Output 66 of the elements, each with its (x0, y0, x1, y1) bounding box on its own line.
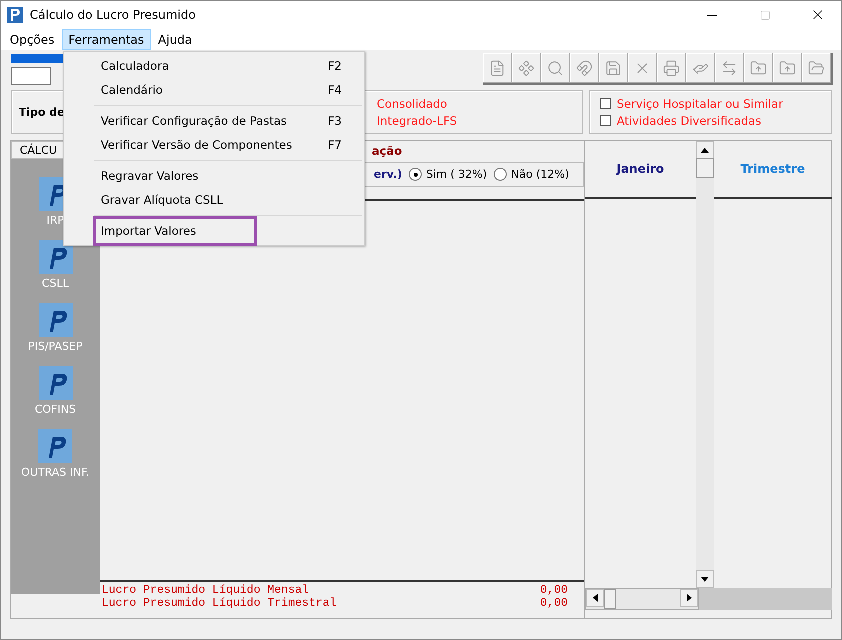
save-button[interactable] (599, 53, 628, 83)
scroll-down-button[interactable] (696, 570, 714, 588)
document-button[interactable] (483, 53, 512, 83)
magnet-icon (576, 60, 593, 76)
total-value: 0,00 (540, 584, 568, 597)
checkbox-label: Atividades Diversificadas (617, 114, 762, 128)
close-button[interactable] (628, 53, 657, 83)
maximize-icon (760, 10, 770, 20)
radio-label: Sim ( 32%) (426, 168, 488, 181)
section-title: ação (372, 144, 402, 158)
title-bar-strip (11, 54, 63, 62)
column-header: Trimestre (714, 141, 832, 199)
app-logo-icon (7, 7, 23, 23)
radio-button[interactable] (494, 168, 508, 181)
radio-label: Não (12%) (511, 168, 570, 181)
folder-button[interactable] (744, 53, 773, 83)
right-arrow-icon (686, 594, 692, 602)
folder-button[interactable] (773, 53, 802, 83)
printer-icon (663, 60, 680, 76)
document-icon (489, 60, 506, 76)
vertical-scrollbar[interactable] (696, 141, 714, 588)
menu-option[interactable]: Regravar Valores (64, 164, 364, 188)
left-arrow-icon (592, 594, 598, 602)
menu-option[interactable]: Calendário F4 (64, 78, 364, 102)
save-icon (605, 60, 622, 76)
magnet-button[interactable] (570, 53, 599, 83)
p-logo-icon (38, 366, 72, 400)
folder-icon (779, 60, 796, 76)
printer-button[interactable] (657, 53, 686, 83)
horizontal-scrollbar[interactable] (585, 588, 699, 610)
total-label: Lucro Presumido Líquido Mensal (102, 584, 310, 597)
transfer-button[interactable] (715, 53, 744, 83)
transfer-icon (721, 60, 738, 76)
input-field[interactable] (11, 66, 51, 84)
window-title: Cálculo do Lucro Presumido (30, 8, 197, 22)
scroll-up-button[interactable] (696, 141, 714, 159)
total-label: Lucro Presumido Líquido Trimestral (102, 597, 337, 610)
folder-button[interactable] (802, 53, 831, 83)
radio-button[interactable] (409, 168, 422, 181)
search-button[interactable] (541, 53, 570, 83)
scroll-right-button[interactable] (680, 589, 698, 607)
p-logo-icon (38, 303, 72, 337)
checkbox-label: Serviço Hospitalar ou Similar (617, 96, 784, 110)
up-arrow-icon (701, 148, 709, 152)
menu-option[interactable]: Calculadora F2 (64, 54, 364, 78)
down-arrow-icon (701, 576, 709, 582)
checkbox[interactable] (600, 115, 611, 126)
menu-option[interactable]: Gravar Alíquota CSLL (64, 188, 364, 212)
p-logo-icon (38, 429, 72, 463)
search-icon (547, 60, 564, 76)
menu-option[interactable]: Importar Valores (64, 219, 364, 243)
menu-item[interactable]: Ferramentas (62, 29, 152, 50)
p-logo-icon (38, 240, 72, 274)
question-label: erv.) (374, 168, 402, 181)
scroll-thumb[interactable] (696, 158, 714, 178)
menu-item[interactable]: Ajuda (151, 29, 200, 50)
menu-item[interactable]: Opções (3, 29, 62, 50)
checkbox[interactable] (600, 98, 611, 109)
folder-icon (808, 60, 825, 76)
total-value: 0,00 (540, 597, 568, 610)
hand-button[interactable] (686, 53, 715, 83)
scroll-thumb[interactable] (604, 589, 616, 609)
folder-icon (750, 60, 767, 76)
scroll-left-button[interactable] (586, 589, 604, 607)
menu-option[interactable]: Verificar Configuração de Pastas F3 (64, 109, 364, 133)
minimize-icon (707, 14, 717, 16)
